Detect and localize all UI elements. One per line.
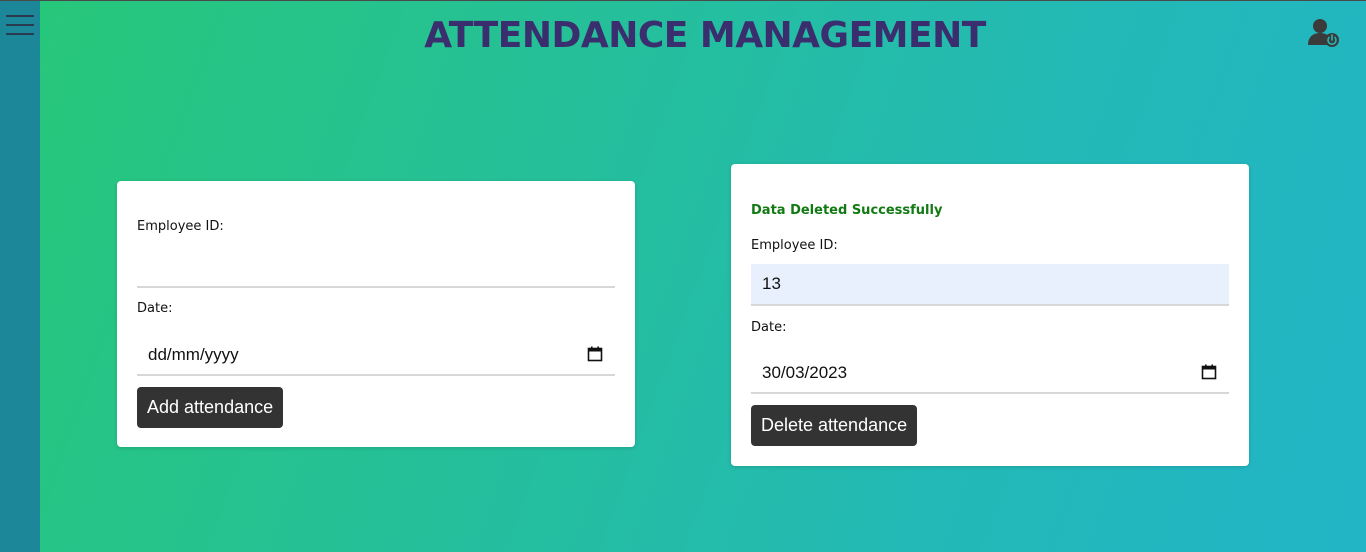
employee-id-label: Employee ID:	[751, 238, 838, 253]
employee-id-input[interactable]	[137, 246, 615, 288]
date-label: Date:	[751, 320, 787, 335]
date-label: Date:	[137, 301, 173, 316]
date-input-value: dd/mm/yyyy	[148, 345, 239, 364]
delete-attendance-button[interactable]: Delete attendance	[751, 405, 918, 446]
success-message: Data Deleted Successfully	[751, 203, 943, 218]
date-input-value: 30/03/2023	[762, 363, 848, 382]
calendar-icon[interactable]	[587, 346, 603, 362]
delete-attendance-card: Data Deleted Successfully Employee ID: D…	[731, 164, 1249, 466]
employee-id-label: Employee ID:	[137, 219, 224, 234]
sidebar	[0, 1, 40, 552]
calendar-icon[interactable]	[1201, 364, 1217, 380]
hamburger-menu-icon[interactable]	[6, 13, 34, 35]
main-content: ATTENDANCE MANAGEMENT Employee ID: Date:…	[40, 1, 1366, 552]
add-attendance-button[interactable]: Add attendance	[137, 387, 284, 428]
page-title: ATTENDANCE MANAGEMENT	[424, 15, 986, 56]
add-attendance-card: Employee ID: Date: dd/mm/yyyy Add attend…	[117, 181, 635, 447]
user-logout-icon[interactable]	[1307, 18, 1341, 50]
date-input[interactable]: 30/03/2023	[751, 352, 1229, 394]
date-input[interactable]: dd/mm/yyyy	[137, 334, 615, 376]
employee-id-input[interactable]	[751, 264, 1229, 306]
